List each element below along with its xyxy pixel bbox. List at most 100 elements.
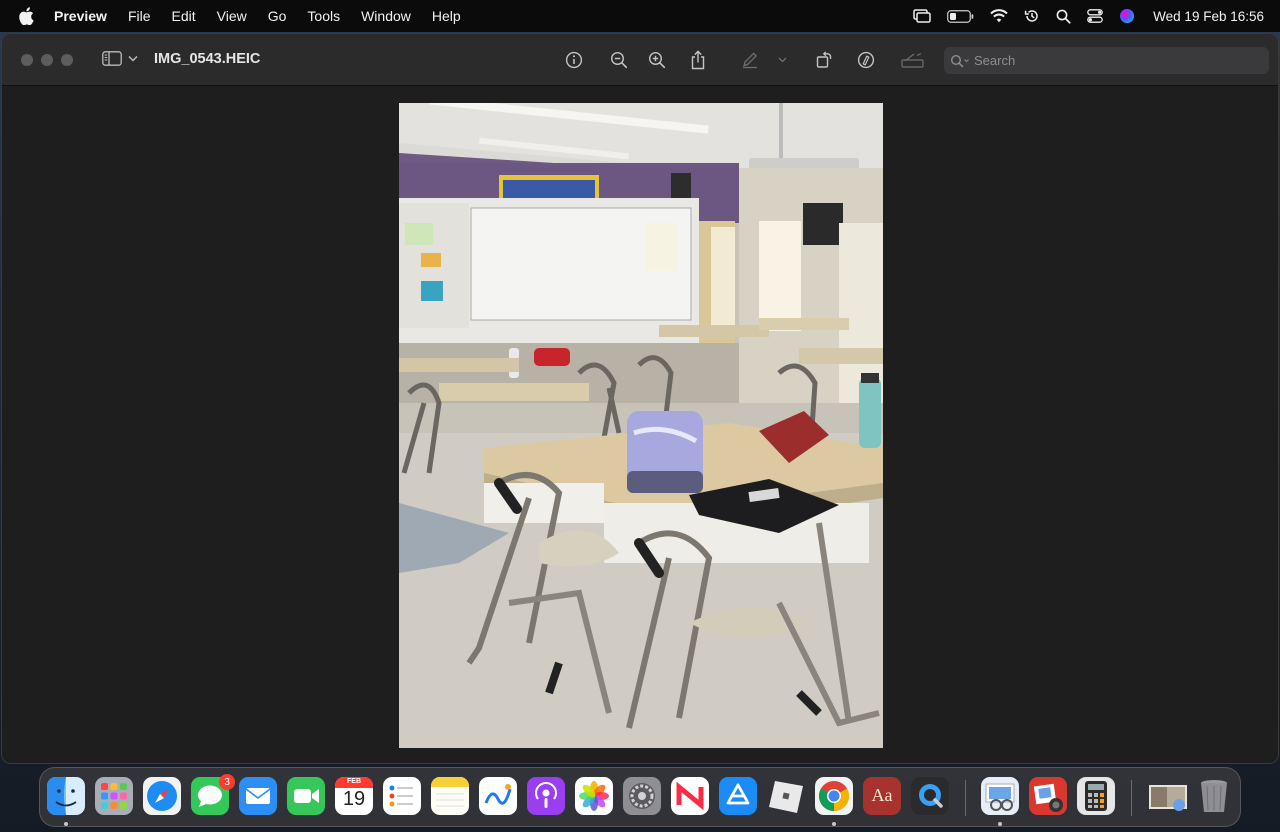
dock-calculator[interactable] (1077, 777, 1115, 815)
control-center-icon[interactable] (1087, 0, 1104, 32)
dock-separator-2 (1131, 780, 1132, 816)
apple-menu-icon[interactable] (18, 7, 38, 25)
dock-launchpad[interactable] (95, 777, 133, 815)
dock-app-store[interactable] (719, 777, 757, 815)
dock-dictionary[interactable]: Aa (863, 777, 901, 815)
wifi-icon[interactable] (990, 0, 1008, 32)
zoom-window-button[interactable] (61, 54, 73, 66)
spotlight-icon[interactable] (1056, 0, 1071, 32)
classroom-photo (399, 103, 883, 748)
sidebar-icon (102, 51, 122, 66)
menu-file[interactable]: File (128, 8, 151, 24)
quicktime-icon (911, 777, 949, 815)
minimize-window-button[interactable] (41, 54, 53, 66)
dock-calendar[interactable]: FEB 19 (335, 777, 373, 815)
photo-booth-icon (1029, 777, 1067, 815)
news-icon (671, 777, 709, 815)
dock-reminders[interactable] (383, 777, 421, 815)
menu-edit[interactable]: Edit (172, 8, 196, 24)
dock-notes[interactable] (431, 777, 469, 815)
info-button[interactable] (563, 49, 585, 71)
markup-pen-icon (743, 52, 758, 69)
siri-icon[interactable] (1119, 0, 1135, 32)
window-toolbar: IMG_0543.HEIC (2, 34, 1278, 86)
dock-system-settings[interactable] (623, 777, 661, 815)
dock-trash[interactable] (1195, 777, 1233, 815)
preview-icon (981, 777, 1019, 815)
dictionary-label: Aa (871, 785, 893, 805)
zoom-in-icon (648, 51, 666, 69)
document-title: IMG_0543.HEIC (154, 51, 261, 67)
menu-view[interactable]: View (217, 8, 247, 24)
dock-mail[interactable] (239, 777, 277, 815)
calendar-month: FEB (347, 778, 361, 785)
dock-freeform[interactable] (479, 777, 517, 815)
sign-icon (901, 52, 924, 68)
menu-bar-clock[interactable]: Wed 19 Feb 16:56 (1153, 9, 1264, 24)
markup-button[interactable] (739, 49, 761, 71)
dock-preview[interactable] (981, 777, 1019, 815)
dock-quicktime[interactable] (911, 777, 949, 815)
chrome-running-indicator (832, 822, 836, 826)
search-field[interactable] (944, 47, 1269, 74)
search-input[interactable] (974, 53, 1254, 68)
share-icon (691, 50, 705, 70)
calculator-icon (1077, 777, 1115, 815)
notes-icon (431, 777, 469, 815)
window-controls (21, 54, 73, 66)
zoom-out-icon (610, 51, 628, 69)
freeform-icon (479, 777, 517, 815)
downloads-stack-icon (1149, 785, 1187, 811)
dock-separator (965, 780, 966, 816)
menu-tools[interactable]: Tools (307, 8, 340, 24)
rotate-icon (816, 51, 832, 68)
zoom-in-button[interactable] (646, 49, 668, 71)
trash-icon (1201, 780, 1227, 812)
app-store-icon (719, 777, 757, 815)
chrome-icon (815, 777, 853, 815)
dock-news[interactable] (671, 777, 709, 815)
markup-menu-button[interactable] (775, 49, 789, 71)
preview-window: IMG_0543.HEIC (1, 33, 1279, 764)
search-icon (950, 54, 969, 67)
dock: 3 FEB 19 Aa (39, 767, 1241, 827)
safari-compass-icon (143, 777, 181, 815)
mail-envelope-icon (239, 777, 277, 815)
rotate-button[interactable] (813, 49, 835, 71)
reminders-list-icon (383, 777, 421, 815)
finder-icon (47, 777, 85, 815)
dock-podcasts[interactable] (527, 777, 565, 815)
close-window-button[interactable] (21, 54, 33, 66)
zoom-out-button[interactable] (608, 49, 630, 71)
calendar-day: 19 (342, 788, 366, 810)
dock-photo-booth[interactable] (1029, 777, 1067, 815)
roblox-icon (769, 781, 803, 813)
dock-safari[interactable] (143, 777, 181, 815)
dock-facetime[interactable] (287, 777, 325, 815)
menu-help[interactable]: Help (432, 8, 461, 24)
screen-mirroring-icon[interactable] (913, 0, 931, 32)
time-machine-icon[interactable] (1024, 0, 1040, 32)
sign-button[interactable] (900, 49, 926, 71)
preview-running-indicator (998, 822, 1002, 826)
menu-go[interactable]: Go (268, 8, 287, 24)
menu-window[interactable]: Window (361, 8, 411, 24)
photos-flower-icon (575, 777, 613, 815)
dock-photos[interactable] (575, 777, 613, 815)
podcasts-icon (527, 777, 565, 815)
menu-bar: Preview File Edit View Go Tools Window H… (0, 0, 1280, 32)
dock-chrome[interactable] (815, 777, 853, 815)
annotate-button[interactable] (855, 49, 877, 71)
gear-icon (623, 777, 661, 815)
battery-icon[interactable] (947, 0, 974, 32)
dock-roblox[interactable] (767, 777, 805, 815)
dock-finder[interactable] (47, 777, 85, 815)
sidebar-toggle-button[interactable] (102, 51, 138, 66)
messages-badge: 3 (219, 774, 235, 790)
annotate-icon (857, 51, 875, 69)
dock-downloads-stack[interactable] (1147, 777, 1189, 815)
menu-app-preview[interactable]: Preview (54, 8, 107, 24)
share-button[interactable] (687, 49, 709, 71)
info-icon (565, 51, 583, 69)
document-view[interactable] (2, 86, 1278, 763)
